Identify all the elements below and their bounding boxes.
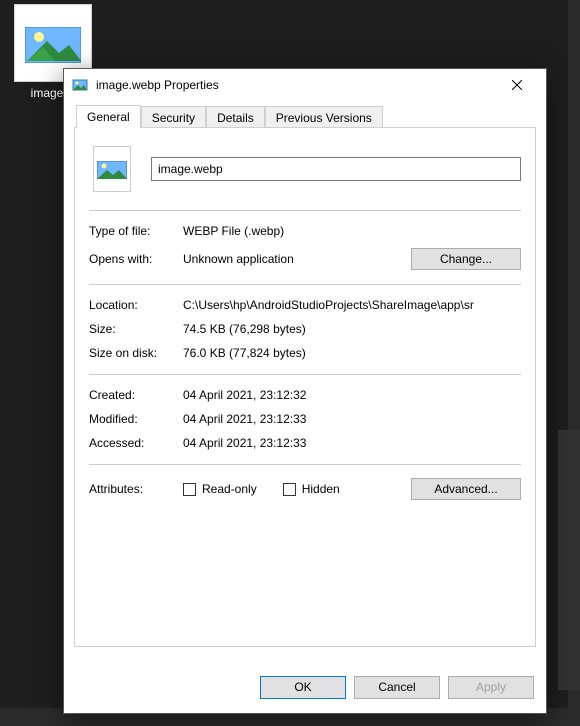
tab-security[interactable]: Security	[141, 106, 206, 129]
modified-value: 04 April 2021, 23:12:33	[183, 412, 521, 426]
opens-with-value: Unknown application	[183, 252, 353, 266]
readonly-label: Read-only	[202, 482, 257, 496]
readonly-checkbox[interactable]	[183, 483, 196, 496]
separator	[89, 374, 521, 375]
dialog-button-row: OK Cancel Apply	[64, 664, 546, 713]
hidden-checkbox[interactable]	[283, 483, 296, 496]
size-label: Size:	[89, 322, 183, 336]
advanced-button[interactable]: Advanced...	[411, 478, 521, 500]
file-type-icon	[93, 146, 131, 192]
hidden-option[interactable]: Hidden	[283, 482, 340, 496]
hidden-label: Hidden	[302, 482, 340, 496]
cancel-button[interactable]: Cancel	[354, 676, 440, 699]
apply-button[interactable]: Apply	[448, 676, 534, 699]
separator	[89, 284, 521, 285]
modified-label: Modified:	[89, 412, 183, 426]
separator	[89, 464, 521, 465]
close-button[interactable]	[494, 70, 540, 100]
window-title: image.webp Properties	[96, 78, 494, 92]
created-value: 04 April 2021, 23:12:32	[183, 388, 521, 402]
attributes-label: Attributes:	[89, 482, 183, 496]
titlebar[interactable]: image.webp Properties	[64, 69, 546, 100]
readonly-option[interactable]: Read-only	[183, 482, 257, 496]
separator	[89, 210, 521, 211]
opens-with-label: Opens with:	[89, 252, 183, 266]
tab-panel-general: Type of file: WEBP File (.webp) Opens wi…	[74, 127, 536, 647]
type-value: WEBP File (.webp)	[183, 224, 521, 238]
created-label: Created:	[89, 388, 183, 402]
tab-strip: General Security Details Previous Versio…	[76, 104, 536, 127]
type-label: Type of file:	[89, 224, 183, 238]
filename-input[interactable]	[151, 157, 521, 181]
tab-general[interactable]: General	[76, 105, 141, 128]
change-button[interactable]: Change...	[411, 248, 521, 270]
size-on-disk-value: 76.0 KB (77,824 bytes)	[183, 346, 521, 360]
titlebar-icon	[72, 77, 88, 93]
location-value: C:\Users\hp\AndroidStudioProjects\ShareI…	[183, 298, 521, 312]
properties-dialog: image.webp Properties General Security D…	[63, 68, 547, 714]
ok-button[interactable]: OK	[260, 676, 346, 699]
accessed-label: Accessed:	[89, 436, 183, 450]
location-label: Location:	[89, 298, 183, 312]
size-value: 74.5 KB (76,298 bytes)	[183, 322, 521, 336]
tab-details[interactable]: Details	[206, 106, 265, 129]
tab-previous-versions[interactable]: Previous Versions	[265, 106, 383, 129]
side-panel-inner	[558, 430, 580, 690]
picture-icon	[25, 27, 81, 63]
close-icon	[512, 80, 522, 90]
size-on-disk-label: Size on disk:	[89, 346, 183, 360]
accessed-value: 04 April 2021, 23:12:33	[183, 436, 521, 450]
picture-icon	[97, 161, 127, 179]
